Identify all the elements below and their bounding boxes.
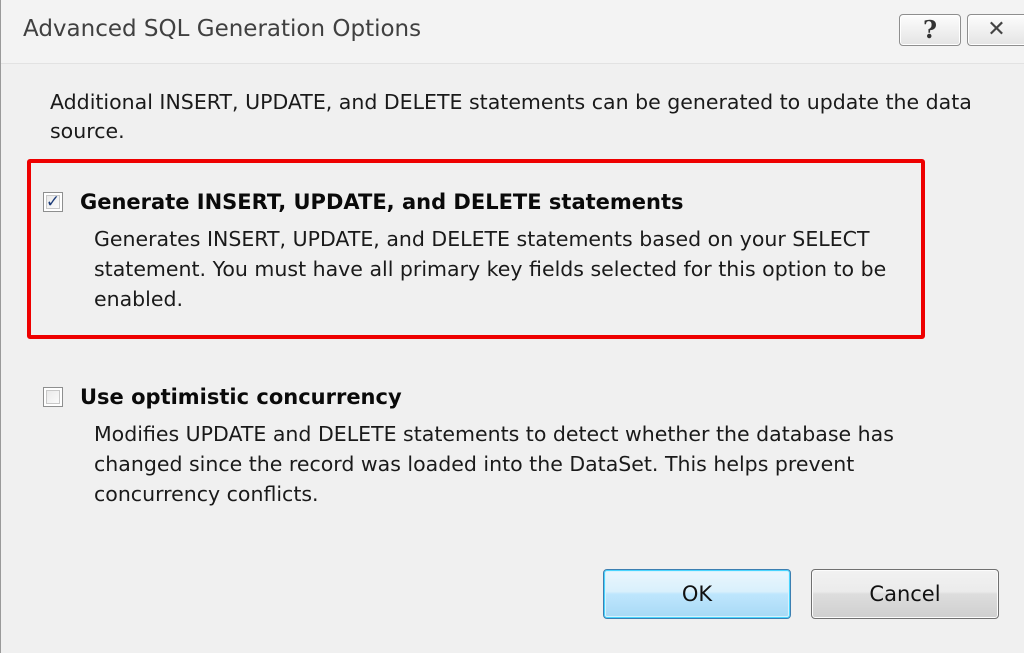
- close-icon: ✕: [987, 17, 1006, 42]
- optimistic-concurrency-checkbox[interactable]: [43, 387, 63, 407]
- generate-statements-label[interactable]: Generate INSERT, UPDATE, and DELETE stat…: [80, 190, 684, 214]
- generate-statements-description: Generates INSERT, UPDATE, and DELETE sta…: [94, 227, 887, 311]
- window-title: Advanced SQL Generation Options: [23, 16, 422, 42]
- optimistic-concurrency-label[interactable]: Use optimistic concurrency: [80, 385, 402, 409]
- title-bar[interactable]: Advanced SQL Generation Options ? ✕: [1, 0, 1024, 64]
- optimistic-concurrency-row[interactable]: Use optimistic concurrency: [43, 382, 943, 412]
- generate-statements-row[interactable]: ✓ Generate INSERT, UPDATE, and DELETE st…: [43, 187, 943, 217]
- option-optimistic-concurrency: Use optimistic concurrency Modifies UPDA…: [43, 382, 943, 509]
- optimistic-concurrency-description: Modifies UPDATE and DELETE statements to…: [94, 422, 894, 506]
- ok-button[interactable]: OK: [603, 569, 791, 619]
- advanced-sql-options-dialog: Advanced SQL Generation Options ? ✕ Addi…: [0, 0, 1024, 653]
- help-button[interactable]: ?: [899, 14, 961, 46]
- checkmark-icon: ✓: [45, 191, 61, 212]
- generate-statements-checkbox[interactable]: ✓: [43, 192, 63, 212]
- intro-text: Additional INSERT, UPDATE, and DELETE st…: [50, 90, 972, 143]
- question-mark-icon: ?: [922, 15, 938, 44]
- option-generate-statements: ✓ Generate INSERT, UPDATE, and DELETE st…: [43, 187, 943, 314]
- cancel-button[interactable]: Cancel: [811, 569, 999, 619]
- dialog-content: Additional INSERT, UPDATE, and DELETE st…: [1, 64, 1024, 653]
- close-button[interactable]: ✕: [967, 14, 1024, 46]
